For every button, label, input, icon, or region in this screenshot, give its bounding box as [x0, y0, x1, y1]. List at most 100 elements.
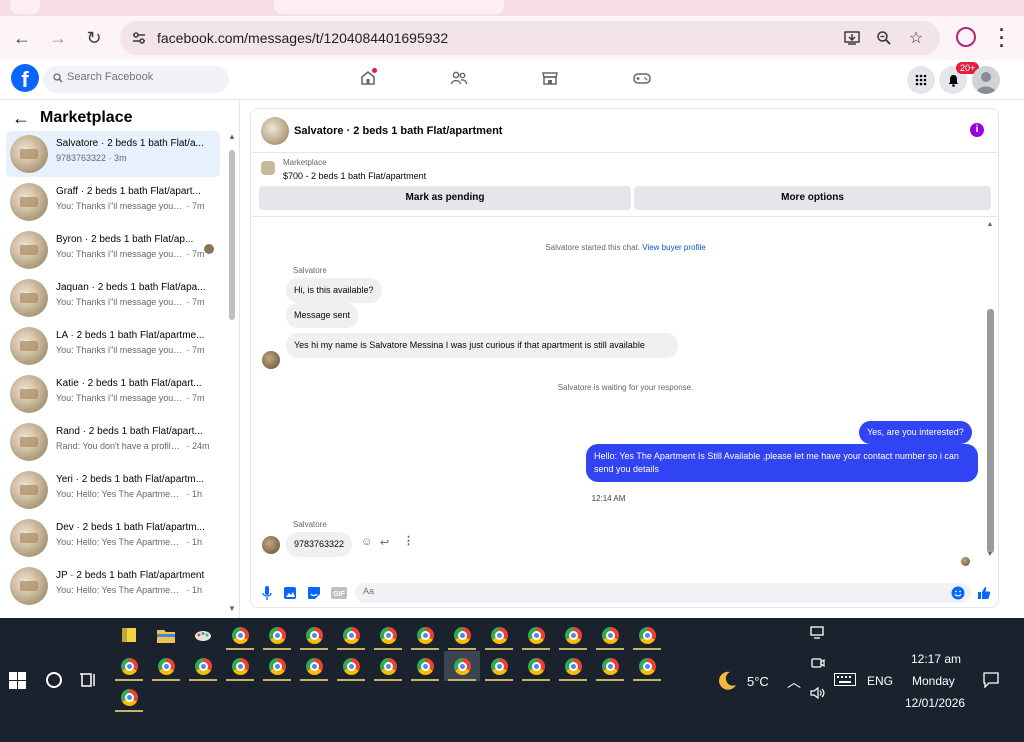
message-input[interactable]: [363, 586, 923, 596]
scroll-down-arrow-icon[interactable]: ▼: [228, 604, 236, 613]
conversation-item[interactable]: JP · 2 beds 1 bath Flat/apartment You: He…: [6, 563, 220, 609]
facebook-logo[interactable]: f: [11, 64, 39, 92]
chrome-taskbar-icon[interactable]: [629, 651, 665, 681]
chrome-taskbar-icon[interactable]: [333, 620, 369, 650]
clock-day[interactable]: Monday: [912, 674, 955, 688]
marketplace-icon[interactable]: [539, 67, 561, 89]
forward-button[interactable]: →: [46, 26, 70, 50]
reply-icon[interactable]: ↩: [380, 536, 389, 549]
chrome-taskbar-icon[interactable]: [444, 620, 480, 650]
keyboard-icon[interactable]: [834, 673, 856, 689]
incoming-message[interactable]: Message sent: [286, 303, 359, 328]
back-button[interactable]: ←: [10, 26, 34, 50]
task-view-icon[interactable]: [80, 672, 98, 691]
info-icon[interactable]: i: [970, 123, 984, 137]
scroll-up-arrow-icon[interactable]: ▲: [986, 221, 994, 228]
microphone-icon[interactable]: [260, 586, 274, 600]
browser-tab[interactable]: [42, 0, 272, 14]
chrome-taskbar-icon[interactable]: [555, 651, 591, 681]
paint-app-icon[interactable]: [185, 620, 221, 650]
conversation-item[interactable]: Graff · 2 beds 1 bath Flat/apart... You: …: [6, 179, 220, 225]
show-hidden-icons-chevron-icon[interactable]: ︿: [787, 672, 801, 692]
chrome-taskbar-icon[interactable]: [222, 620, 258, 650]
chrome-taskbar-icon[interactable]: [518, 620, 554, 650]
gaming-icon[interactable]: [631, 67, 653, 89]
scrollbar-thumb[interactable]: [229, 150, 235, 320]
search-circle-icon[interactable]: [46, 672, 62, 688]
chrome-taskbar-icon[interactable]: [111, 651, 147, 681]
windows-start-icon[interactable]: [9, 672, 26, 692]
incoming-message[interactable]: Hi, is this available?: [286, 278, 382, 303]
clock-time[interactable]: 12:17 am: [911, 652, 961, 666]
browser-tab[interactable]: [10, 0, 40, 14]
network-icon[interactable]: [810, 626, 826, 643]
incoming-message[interactable]: 9783763322: [286, 532, 353, 557]
facebook-search[interactable]: [43, 66, 229, 93]
chrome-taskbar-icon[interactable]: [592, 651, 628, 681]
chrome-taskbar-icon[interactable]: [629, 620, 665, 650]
incoming-message[interactable]: Yes hi my name is Salvatore Messina I wa…: [286, 333, 678, 358]
chrome-taskbar-icon[interactable]: [481, 651, 517, 681]
conversation-item[interactable]: Byron · 2 beds 1 bath Flat/ap... You: Tha…: [6, 227, 220, 273]
conversation-item[interactable]: Dev · 2 beds 1 bath Flat/apartm... You: H…: [6, 515, 220, 561]
sidebar-scrollbar[interactable]: ▲ ▼: [228, 132, 236, 618]
photo-icon[interactable]: [283, 586, 297, 600]
weather-moon-icon[interactable]: [716, 670, 738, 695]
scroll-down-arrow-icon[interactable]: ▼: [986, 551, 994, 558]
chrome-taskbar-icon[interactable]: [407, 620, 443, 650]
thumbs-up-icon[interactable]: [977, 586, 991, 600]
outgoing-message[interactable]: Yes, are you interested?: [859, 421, 972, 444]
chrome-taskbar-icon[interactable]: [111, 682, 147, 712]
browser-tab-active[interactable]: [274, 0, 504, 14]
bookmark-star-icon[interactable]: ☆: [906, 28, 926, 48]
scroll-up-arrow-icon[interactable]: ▲: [228, 132, 236, 141]
mark-pending-button[interactable]: Mark as pending: [259, 186, 631, 210]
chrome-taskbar-icon[interactable]: [185, 651, 221, 681]
listing-thumbnail[interactable]: [261, 161, 275, 175]
react-emoji-icon[interactable]: ☺: [361, 536, 372, 548]
listing-description[interactable]: $700 - 2 beds 1 bath Flat/apartment: [283, 171, 426, 181]
action-center-icon[interactable]: [983, 672, 999, 691]
zoom-icon[interactable]: [874, 28, 894, 48]
chrome-taskbar-icon[interactable]: [296, 651, 332, 681]
conversation-item[interactable]: LA · 2 beds 1 bath Flat/apartme... You: T…: [6, 323, 220, 369]
account-avatar[interactable]: [972, 66, 1000, 94]
menu-grid-icon[interactable]: [907, 66, 935, 94]
gif-icon[interactable]: GIF: [331, 586, 347, 600]
chrome-taskbar-icon[interactable]: [444, 651, 480, 681]
chat-title[interactable]: Salvatore · 2 beds 1 bath Flat/apartment: [294, 125, 502, 137]
chrome-taskbar-icon[interactable]: [370, 651, 406, 681]
file-explorer-icon[interactable]: [148, 620, 184, 650]
clock-date[interactable]: 12/01/2026: [905, 696, 965, 710]
chrome-taskbar-icon[interactable]: [518, 651, 554, 681]
chrome-taskbar-icon[interactable]: [370, 620, 406, 650]
more-options-button[interactable]: More options: [634, 186, 991, 210]
conversation-item[interactable]: Yeri · 2 beds 1 bath Flat/apartm... You: …: [6, 467, 220, 513]
sticker-icon[interactable]: [307, 586, 321, 600]
volume-icon[interactable]: [810, 686, 826, 703]
view-buyer-profile-link[interactable]: View buyer profile: [642, 243, 705, 252]
reload-button[interactable]: ↻: [82, 26, 106, 50]
install-app-icon[interactable]: [842, 28, 862, 48]
conversation-item[interactable]: Rand · 2 beds 1 bath Flat/apart... Rand: …: [6, 419, 220, 465]
language-indicator[interactable]: ENG: [867, 674, 893, 688]
emoji-icon[interactable]: [951, 586, 965, 603]
chrome-taskbar-icon[interactable]: [259, 651, 295, 681]
chrome-taskbar-icon[interactable]: [555, 620, 591, 650]
chrome-taskbar-icon[interactable]: [259, 620, 295, 650]
address-bar[interactable]: facebook.com/messages/t/1204084401695932…: [120, 21, 940, 55]
back-arrow-icon[interactable]: ←: [12, 108, 30, 129]
site-settings-icon[interactable]: [130, 29, 148, 47]
conversation-item[interactable]: Jaquan · 2 beds 1 bath Flat/apa... You: T…: [6, 275, 220, 321]
sticky-notes-icon[interactable]: [111, 620, 147, 650]
scrollbar-thumb[interactable]: [987, 309, 994, 553]
weather-temperature[interactable]: 5°C: [747, 674, 769, 689]
profile-icon[interactable]: [956, 27, 976, 47]
sender-avatar[interactable]: [262, 536, 280, 554]
conversation-item[interactable]: Salvatore · 2 beds 1 bath Flat/a... 97837…: [6, 131, 220, 177]
browser-menu-icon[interactable]: · · ·: [998, 21, 1006, 55]
message-more-icon[interactable]: ⋮: [403, 534, 414, 547]
search-input[interactable]: [67, 71, 217, 83]
friends-icon[interactable]: [448, 67, 470, 89]
sender-avatar[interactable]: [262, 351, 280, 369]
